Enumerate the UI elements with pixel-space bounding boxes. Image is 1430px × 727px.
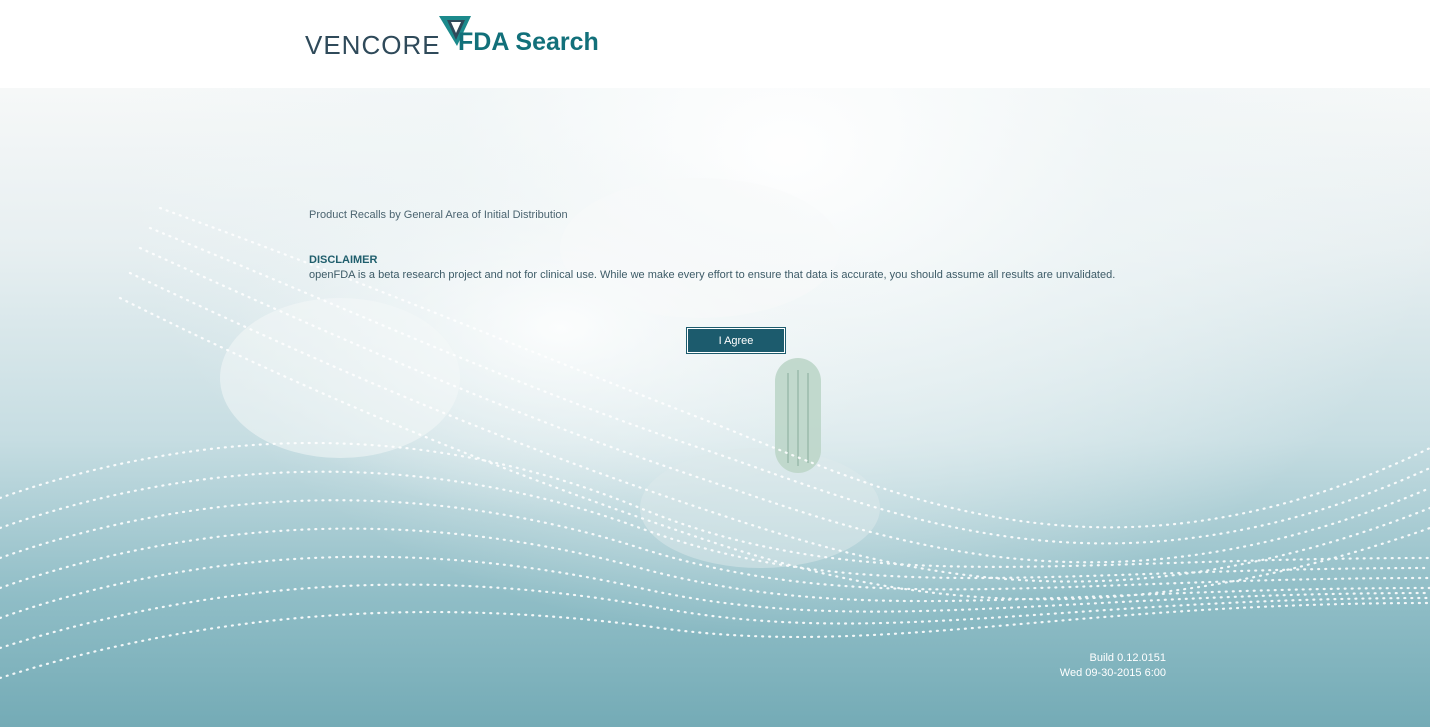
main-content: Product Recalls by General Area of Initi… — [309, 209, 1209, 281]
vencore-logo[interactable]: VENCORE — [305, 16, 473, 64]
disclaimer-text: openFDA is a beta research project and n… — [309, 269, 1116, 281]
hero-illustration — [0, 138, 1430, 680]
hero-background — [0, 88, 1430, 727]
agree-button[interactable]: I Agree — [687, 328, 785, 353]
brand-name: VENCORE — [305, 30, 441, 60]
disclaimer-heading: DISCLAIMER — [309, 254, 378, 266]
page-subtitle: Product Recalls by General Area of Initi… — [309, 209, 568, 221]
build-number: Build 0.12.0151 — [1089, 652, 1166, 664]
build-info: Build 0.12.0151 Wed 09-30-2015 6:00 — [1060, 651, 1166, 681]
app-title: FDA Search — [458, 28, 599, 56]
header: VENCORE FDA Search — [0, 0, 1430, 88]
app-page: VENCORE FDA Search Product Recalls by Ge… — [0, 0, 1430, 727]
build-date: Wed 09-30-2015 6:00 — [1059, 667, 1166, 679]
